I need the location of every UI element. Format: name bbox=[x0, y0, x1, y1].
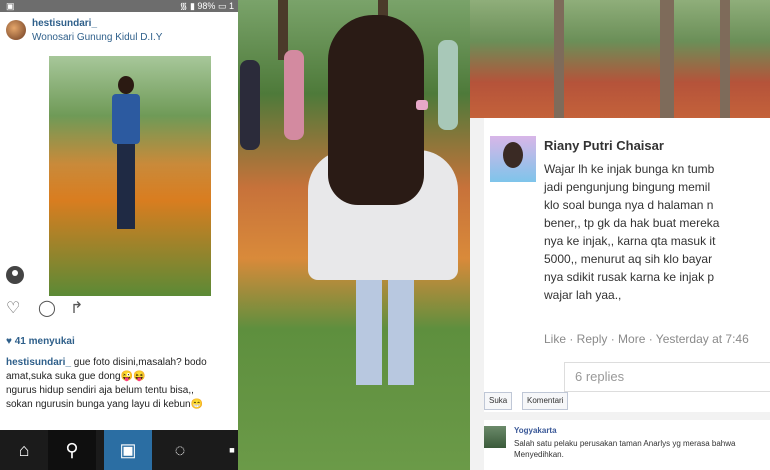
signal-icon: ▮ bbox=[189, 1, 195, 11]
search-icon[interactable]: ⚲ bbox=[48, 430, 96, 470]
status-time: 1 bbox=[228, 1, 234, 11]
post-caption: hestisundari_ gue foto disini,masalah? b… bbox=[6, 356, 236, 412]
battery-percent: 98% bbox=[197, 1, 216, 11]
caption-line-1: gue foto disini,masalah? bodo bbox=[71, 357, 207, 368]
post-username[interactable]: hestisundari_ bbox=[32, 18, 97, 29]
user-tag-icon[interactable] bbox=[6, 266, 24, 284]
wifi-icon: ᯾ bbox=[179, 1, 188, 11]
facebook-comment-panel: Riany Putri Chaisar Wajar lh ke injak bu… bbox=[470, 0, 770, 470]
commenter-name[interactable]: Riany Putri Chaisar bbox=[544, 138, 664, 153]
photo-subject bbox=[308, 10, 468, 410]
background-person bbox=[240, 60, 260, 150]
view-replies-button[interactable]: 6 replies bbox=[564, 362, 770, 392]
like-button[interactable]: Suka bbox=[484, 392, 513, 410]
share-icon[interactable]: ↱ bbox=[70, 300, 88, 318]
comment-card: Riany Putri Chaisar Wajar lh ke injak bu… bbox=[484, 118, 770, 398]
comment-button[interactable]: Komentari bbox=[522, 392, 569, 410]
battery-icon: ▭ bbox=[217, 1, 227, 11]
comment-text: Wajar lh ke injak bunga kn tumb jadi pen… bbox=[544, 162, 720, 302]
caption-username[interactable]: hestisundari_ bbox=[6, 357, 71, 368]
fb-comment: Yogyakarta Salah satu pelaku perusakan t… bbox=[484, 420, 770, 470]
avatar[interactable] bbox=[484, 426, 506, 448]
camera-icon[interactable]: ▣ bbox=[104, 430, 152, 470]
hair-clip bbox=[416, 100, 428, 110]
avatar[interactable] bbox=[490, 136, 536, 182]
avatar[interactable] bbox=[6, 20, 26, 40]
caption-line-3: ngurus hidup sendiri aja belum tentu bis… bbox=[6, 385, 194, 396]
status-bar: ▣ ᯾ ▮ 98% ▭ 1 bbox=[0, 0, 238, 12]
likes-count[interactable]: ♥ 41 menyukai bbox=[6, 336, 75, 347]
fb-action-bar: Suka Komentari bbox=[484, 392, 770, 412]
fb-commenter-name[interactable]: Yogyakarta bbox=[514, 426, 557, 435]
app-icon: ▣ bbox=[6, 1, 15, 11]
post-header: hestisundari_ Wonosari Gunung Kidul D.I.… bbox=[0, 12, 238, 52]
activity-icon[interactable]: ◌ bbox=[156, 430, 204, 470]
comment-icon[interactable]: ◯ bbox=[38, 300, 56, 318]
instagram-post-panel: ▣ ᯾ ▮ 98% ▭ 1 hestisundari_ Wonosari Gun… bbox=[0, 0, 238, 470]
photo-subject bbox=[112, 76, 140, 246]
bottom-navigation: ⌂ ⚲ ▣ ◌ ▪ bbox=[0, 430, 238, 470]
caption-line-2: amat,suka suka gue dong😜😝 bbox=[6, 371, 146, 382]
home-icon[interactable]: ⌂ bbox=[0, 430, 48, 470]
background-person bbox=[284, 50, 304, 140]
profile-icon[interactable]: ▪ bbox=[208, 430, 238, 470]
heart-icon[interactable]: ♡ bbox=[6, 300, 24, 318]
flower-garden-photo bbox=[238, 0, 470, 470]
caption-line-4: sokan ngurusin bunga yang layu di kebun😁 bbox=[6, 399, 204, 410]
post-photo[interactable] bbox=[49, 56, 211, 296]
fb-comment-text: Salah satu pelaku perusakan taman Anarly… bbox=[514, 439, 736, 459]
post-location[interactable]: Wonosari Gunung Kidul D.I.Y bbox=[32, 32, 162, 43]
comment-actions[interactable]: Like · Reply · More · Yesterday at 7:46 bbox=[544, 332, 749, 346]
garden-photo bbox=[470, 0, 770, 118]
